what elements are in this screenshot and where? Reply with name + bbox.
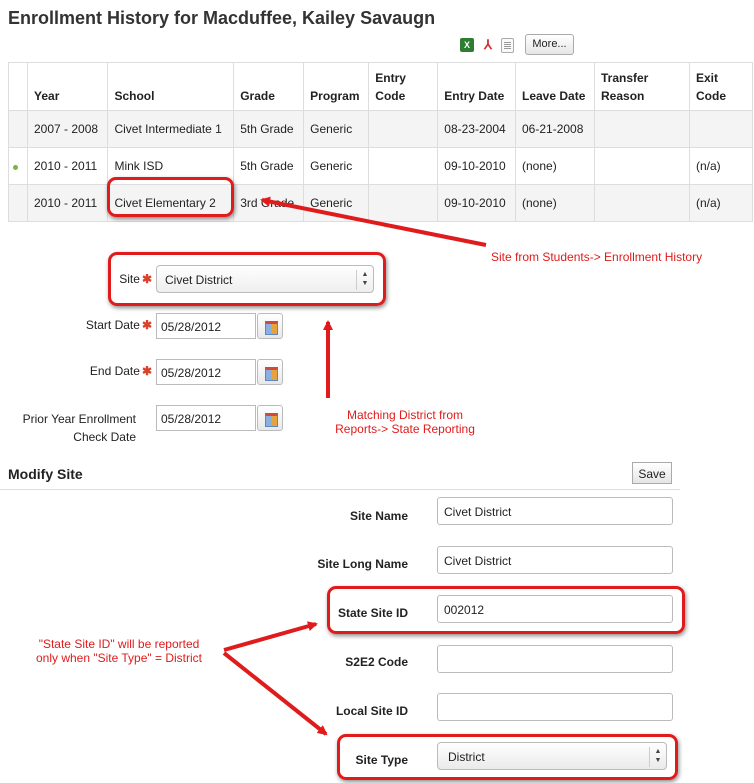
arrow-to-state-site-id	[223, 621, 318, 652]
note-matching-district: Matching District from Reports-> State Re…	[335, 408, 475, 436]
arrow-to-school	[260, 196, 487, 247]
note-site-source: Site from Students-> Enrollment History	[491, 250, 703, 264]
arrow-to-site-type	[222, 651, 328, 736]
annotation-arrows	[222, 196, 487, 736]
note-state-site-id: "State Site ID" will be reported only whe…	[35, 637, 203, 665]
